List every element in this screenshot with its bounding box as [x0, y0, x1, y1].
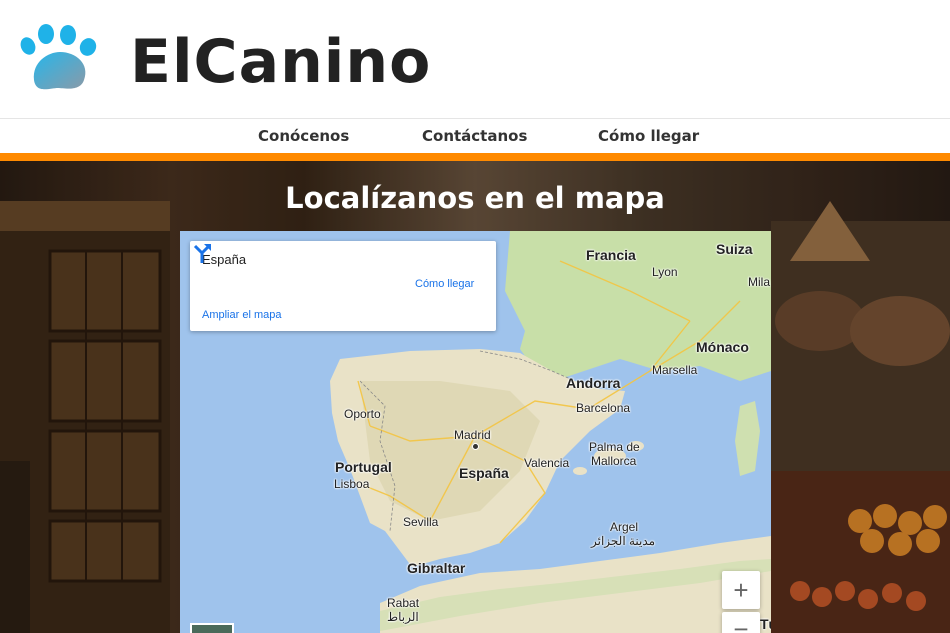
- embedded-map[interactable]: España Cómo llegar Ampliar el mapa Franc…: [180, 231, 771, 633]
- map-label: Palma de: [589, 440, 640, 454]
- nav-item-como-llegar[interactable]: Cómo llegar: [598, 127, 699, 145]
- nav-item-conocenos[interactable]: Conócenos: [258, 127, 349, 145]
- map-label: الرباط: [387, 610, 419, 624]
- hero-title: Localízanos en el mapa: [285, 181, 665, 215]
- map-label: Portugal: [335, 459, 392, 475]
- map-label: Sevilla: [403, 515, 439, 529]
- map-label: Madrid: [454, 428, 491, 442]
- map-label: Lisboa: [334, 477, 370, 491]
- directions-icon[interactable]: [190, 241, 214, 265]
- map-label: مدينة الجزائر: [591, 534, 656, 548]
- map-label: Argel: [610, 520, 639, 534]
- map-label: Oporto: [344, 407, 381, 421]
- map-label: Gibraltar: [407, 560, 466, 576]
- brand-name[interactable]: ElCanino: [130, 22, 431, 102]
- map-label: Mallorca: [591, 454, 637, 468]
- zoom-in-button[interactable]: +: [722, 571, 760, 609]
- main-nav: Conócenos Contáctanos Cómo llegar: [0, 118, 950, 155]
- map-label: España: [459, 465, 509, 481]
- map-label: Mila: [748, 275, 771, 289]
- map-label: Mónaco: [696, 339, 749, 355]
- site-header: ElCanino: [0, 0, 950, 118]
- nav-item-contactanos[interactable]: Contáctanos: [422, 127, 527, 145]
- map-info-card: España Cómo llegar Ampliar el mapa: [190, 241, 496, 331]
- zoom-out-button[interactable]: −: [722, 612, 760, 633]
- map-label: Lyon: [652, 265, 678, 279]
- map-label: Tú: [760, 616, 771, 632]
- map-label: Marsella: [652, 363, 698, 377]
- map-layer-toggle[interactable]: [190, 623, 234, 633]
- directions-link[interactable]: Cómo llegar: [415, 278, 474, 290]
- paw-icon[interactable]: [14, 22, 104, 96]
- map-label: Suiza: [716, 241, 753, 257]
- hero-section: Localízanos en el mapa España Cómo llega…: [0, 161, 950, 633]
- map-label: Francia: [586, 247, 636, 263]
- map-label: Barcelona: [576, 401, 631, 415]
- accent-divider: [0, 153, 950, 161]
- map-label: Valencia: [524, 456, 570, 470]
- enlarge-map-link[interactable]: Ampliar el mapa: [202, 309, 281, 321]
- map-label: Rabat: [387, 596, 420, 610]
- map-label: Andorra: [566, 375, 621, 391]
- city-marker: [472, 443, 479, 450]
